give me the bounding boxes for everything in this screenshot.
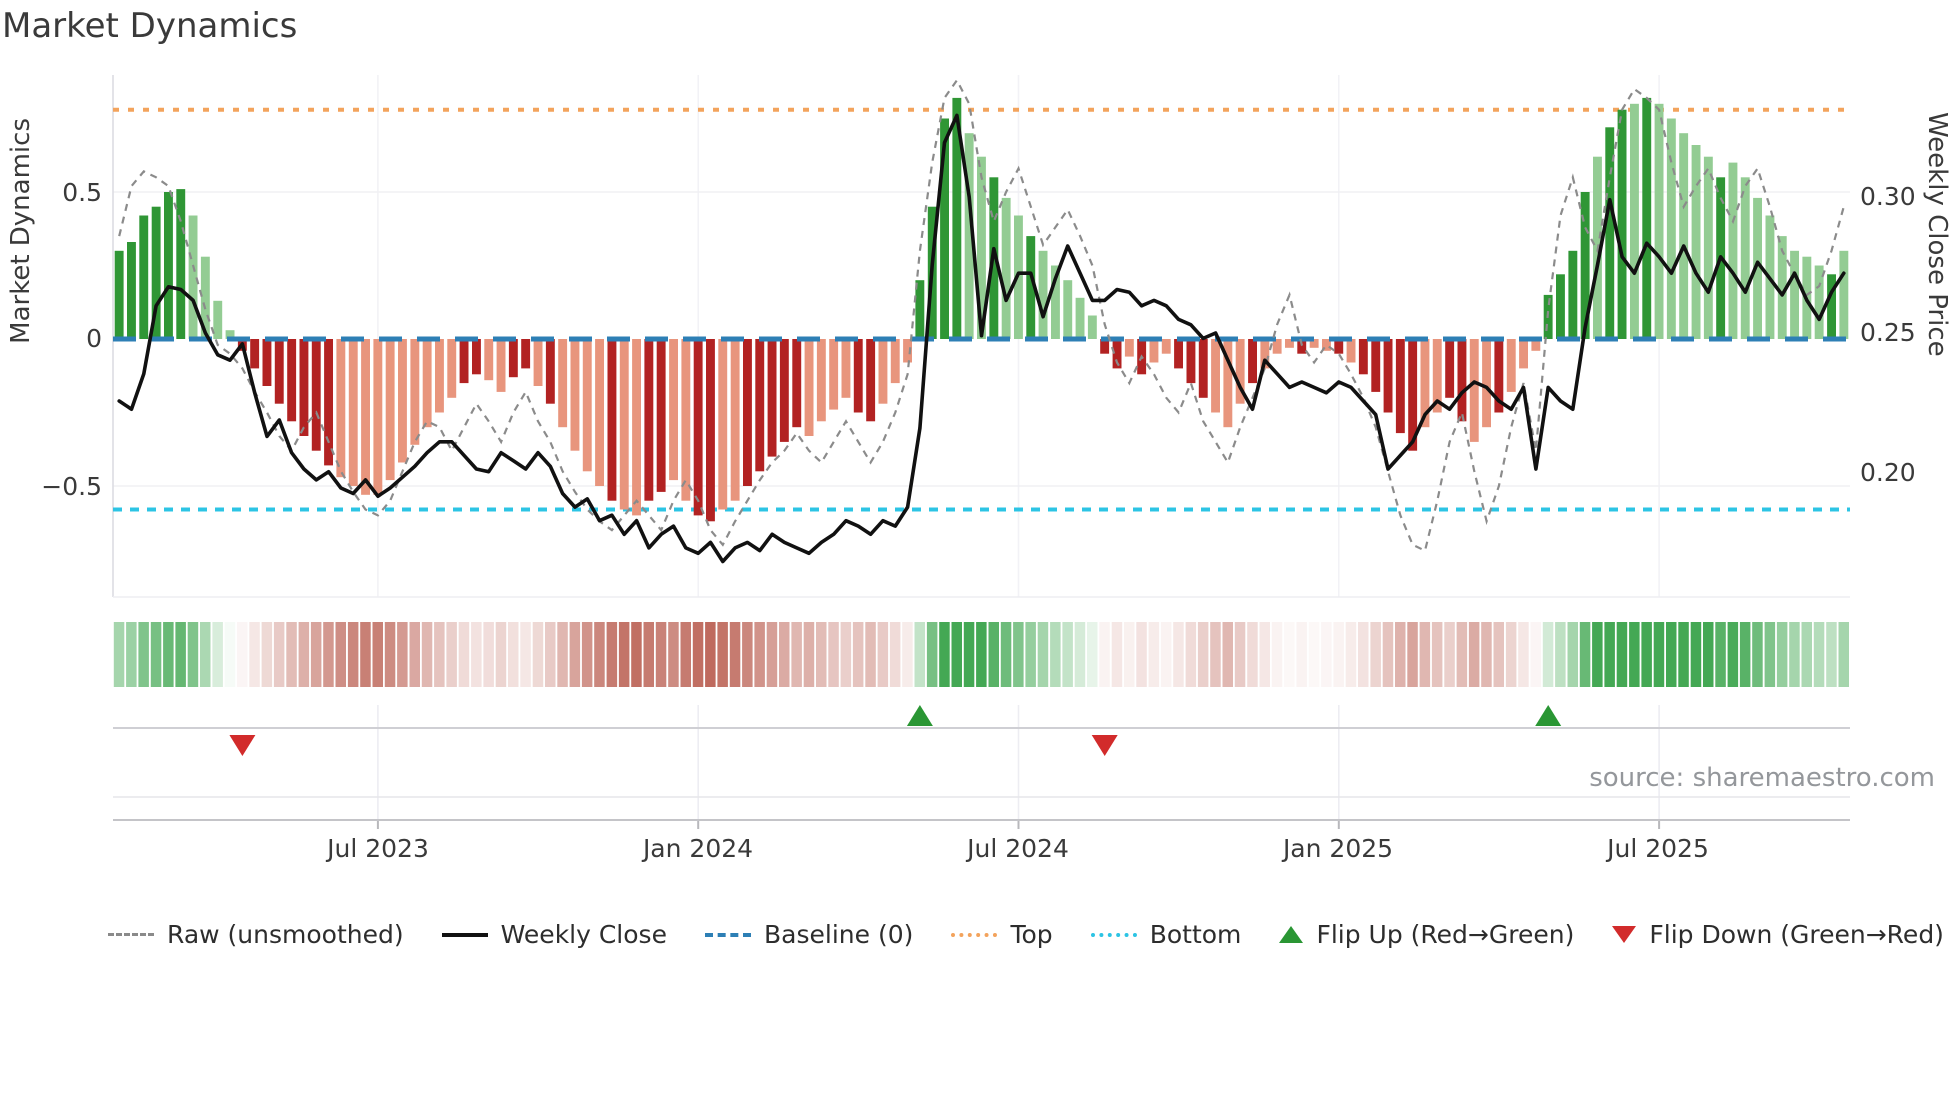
legend-item-flip-up: Flip Up (Red→Green) — [1279, 920, 1574, 949]
flip-up-triangle-icon — [1279, 926, 1304, 943]
x-tick-jul-2025: Jul 2025 — [1607, 834, 1709, 863]
legend-label-weekly-close: Weekly Close — [500, 920, 667, 949]
legend-item-baseline: Baseline (0) — [705, 920, 913, 949]
legend-item-flip-down: Flip Down (Green→Red) — [1612, 920, 1944, 949]
legend-label-baseline: Baseline (0) — [764, 920, 914, 949]
legend-label-bottom: Bottom — [1149, 920, 1242, 949]
legend-label-raw: Raw (unsmoothed) — [167, 920, 404, 949]
legend-label-flip-down: Flip Down (Green→Red) — [1649, 920, 1944, 949]
flip-down-triangle-icon — [1612, 926, 1637, 943]
legend-label-flip-up: Flip Up (Red→Green) — [1316, 920, 1575, 949]
legend-item-raw: Raw (unsmoothed) — [108, 920, 404, 949]
legend: Raw (unsmoothed) Weekly Close Baseline (… — [108, 920, 1944, 949]
left-axis-tick-neg05: −0.5 — [41, 472, 102, 501]
source-attribution: source: sharemaestro.com — [1589, 763, 1935, 793]
top-dotted-swatch-icon — [951, 932, 998, 937]
market-dynamics-chart-page: Market Dynamics 0.5 0 −0.5 0.30 0.25 0.2… — [0, 0, 1960, 1102]
left-axis-tick-05: 0.5 — [62, 178, 102, 207]
x-tick-jan-2025: Jan 2025 — [1282, 834, 1394, 863]
x-tick-jan-2024: Jan 2024 — [642, 834, 754, 863]
chart-canvas — [112, 75, 1850, 829]
right-axis-tick-020: 0.20 — [1860, 458, 1916, 487]
legend-item-bottom: Bottom — [1090, 920, 1242, 949]
legend-label-top: Top — [1010, 920, 1053, 949]
x-tick-jul-2023: Jul 2023 — [327, 834, 429, 863]
legend-item-weekly-close: Weekly Close — [441, 920, 667, 949]
legend-item-top: Top — [951, 920, 1053, 949]
raw-dashed-line-swatch-icon — [108, 933, 154, 936]
left-axis-tick-0: 0 — [86, 324, 102, 353]
weekly-close-line-swatch-icon — [441, 932, 488, 937]
bottom-dotted-swatch-icon — [1090, 932, 1137, 937]
left-axis-label: Market Dynamics — [6, 118, 36, 344]
baseline-dash-swatch-icon — [705, 932, 752, 937]
x-tick-jul-2024: Jul 2024 — [967, 834, 1069, 863]
right-axis-label: Weekly Close Price — [1922, 112, 1952, 357]
